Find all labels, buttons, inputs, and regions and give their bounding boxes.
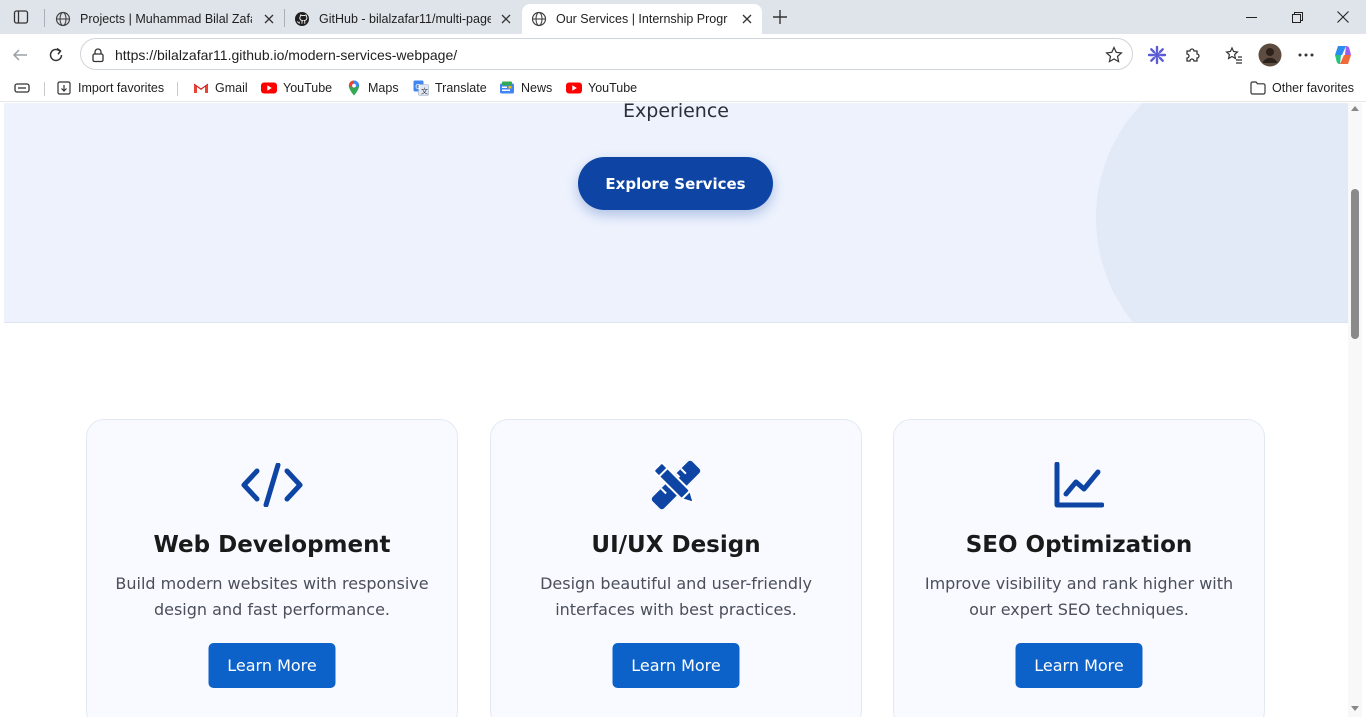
profile-avatar[interactable] — [1257, 42, 1283, 68]
github-icon — [293, 10, 311, 28]
plus-icon — [773, 10, 787, 24]
more-options-icon[interactable] — [1293, 42, 1319, 68]
tablet-icon — [14, 80, 30, 96]
service-title: Web Development — [153, 532, 391, 558]
tab-title: Our Services | Internship Program — [556, 12, 728, 26]
tab-actions-icon — [13, 10, 29, 24]
favorite-maps[interactable]: Maps — [346, 79, 399, 97]
favorites-list-icon[interactable] — [1221, 42, 1247, 68]
import-icon — [56, 80, 72, 96]
favorites-separator — [44, 82, 45, 96]
favorite-translate[interactable]: G文 Translate — [413, 79, 487, 97]
refresh-icon — [49, 47, 63, 62]
other-favorites-label: Other favorites — [1272, 81, 1354, 95]
favorite-youtube[interactable]: YouTube — [261, 79, 332, 97]
tablet-mode-button[interactable] — [14, 79, 36, 97]
arrow-left-icon — [12, 49, 27, 61]
close-icon[interactable] — [738, 10, 756, 28]
learn-more-button[interactable]: Learn More — [612, 643, 740, 688]
favorite-label: Translate — [435, 81, 487, 95]
service-description: Design beautiful and user-friendly inter… — [540, 574, 812, 619]
back-button[interactable] — [6, 41, 34, 69]
tab-actions-button[interactable] — [8, 5, 34, 29]
maps-icon — [346, 80, 362, 96]
site-info-icon[interactable] — [89, 46, 107, 64]
youtube-icon — [566, 80, 582, 96]
extensions-puzzle-icon[interactable] — [1180, 42, 1206, 68]
service-card-seo-optimization: SEO Optimization Improve visibility and … — [893, 419, 1265, 717]
scroll-down-arrow-icon[interactable] — [1351, 706, 1359, 711]
youtube-icon — [261, 80, 277, 96]
scrollbar-thumb[interactable] — [1351, 189, 1359, 339]
learn-more-button[interactable]: Learn More — [208, 643, 336, 688]
news-icon — [499, 80, 515, 96]
favorite-label: YouTube — [283, 81, 333, 95]
url-text[interactable]: https://bilalzafar11.github.io/modern-se… — [115, 47, 457, 63]
browser-toolbar: https://bilalzafar11.github.io/modern-se… — [0, 34, 1366, 74]
favorite-label: Gmail — [215, 81, 248, 95]
pen-ruler-icon — [491, 458, 861, 512]
tab-title: Projects | Muhammad Bilal Zafar — [80, 12, 252, 26]
refresh-button[interactable] — [42, 41, 70, 69]
favorite-label: YouTube — [588, 81, 638, 95]
favorite-news[interactable]: News — [499, 79, 552, 97]
translate-icon: G文 — [413, 80, 429, 96]
close-icon[interactable] — [260, 10, 278, 28]
hero-section: Experience Explore Services — [4, 103, 1348, 323]
svg-text:文: 文 — [421, 86, 428, 95]
tab-our-services[interactable]: Our Services | Internship Program — [522, 4, 762, 34]
gmail-icon — [193, 80, 209, 96]
minimize-button[interactable] — [1228, 4, 1274, 30]
restore-icon — [1291, 11, 1303, 23]
globe-icon — [530, 10, 548, 28]
explore-services-button[interactable]: Explore Services — [578, 157, 773, 210]
favorite-gmail[interactable]: Gmail — [193, 79, 248, 97]
page-scrollbar[interactable] — [1348, 103, 1362, 717]
code-icon — [87, 458, 457, 512]
restore-button[interactable] — [1274, 4, 1320, 30]
tab-github[interactable]: GitHub - bilalzafar11/multi-page- — [285, 4, 521, 34]
tab-separator — [44, 9, 45, 27]
address-bar[interactable]: https://bilalzafar11.github.io/modern-se… — [80, 38, 1133, 70]
other-favorites[interactable]: Other favorites — [1250, 79, 1354, 97]
close-window-button[interactable] — [1320, 4, 1366, 30]
svg-text:G: G — [415, 83, 420, 91]
favorite-import[interactable]: Import favorites — [56, 79, 164, 97]
extension-flower-icon[interactable] — [1144, 42, 1170, 68]
favorite-label: News — [521, 81, 553, 95]
page-viewport: Experience Explore Services Web Developm… — [4, 103, 1348, 717]
hero-decorative-circle — [1096, 103, 1348, 322]
minimize-icon — [1245, 16, 1257, 18]
close-icon[interactable] — [497, 10, 515, 28]
favorite-label: Maps — [368, 81, 399, 95]
close-icon — [1337, 11, 1349, 23]
hero-subtitle: Experience — [623, 103, 729, 122]
folder-icon — [1250, 80, 1266, 96]
favorite-label: Import favorites — [78, 81, 165, 95]
service-description: Build modern websites with responsive de… — [115, 574, 429, 619]
service-title: UI/UX Design — [591, 532, 761, 558]
globe-icon — [54, 10, 72, 28]
copilot-icon[interactable] — [1330, 42, 1356, 68]
favorites-bar: Import favorites Gmail YouTube Maps G文 T… — [0, 74, 1366, 102]
service-description: Improve visibility and rank higher with … — [924, 574, 1234, 619]
tab-title: GitHub - bilalzafar11/multi-page- — [319, 12, 491, 26]
tab-projects[interactable]: Projects | Muhammad Bilal Zafar — [46, 4, 284, 34]
service-card-ui-ux-design: UI/UX Design Design beautiful and user-f… — [490, 419, 862, 717]
service-card-web-development: Web Development Build modern websites wi… — [86, 419, 458, 717]
tab-strip: Projects | Muhammad Bilal Zafar GitHub -… — [0, 0, 1366, 34]
learn-more-button[interactable]: Learn More — [1015, 643, 1143, 688]
favorites-separator — [177, 82, 178, 96]
scroll-up-arrow-icon[interactable] — [1351, 106, 1359, 111]
chart-line-icon — [894, 458, 1264, 512]
service-title: SEO Optimization — [965, 532, 1193, 558]
new-tab-button[interactable] — [768, 5, 792, 29]
favorite-youtube-2[interactable]: YouTube — [566, 79, 637, 97]
favorite-star-icon[interactable] — [1104, 45, 1124, 65]
